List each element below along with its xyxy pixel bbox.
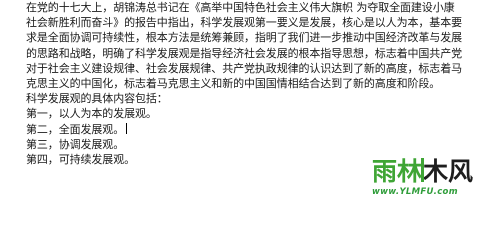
watermark-url: www.YLMFU.com xyxy=(372,187,458,197)
list-item-text: 第四，可持续发展观。 xyxy=(26,153,135,167)
list-item-text: 第二，全面发展观。 xyxy=(26,122,125,136)
svg-text:雨林: 雨林 xyxy=(372,157,422,186)
list-item: 第一，以人为本的发展观。 xyxy=(26,106,478,121)
paragraph-line: 克思主义的中国化，标志着马克思主义和新的中国国情相结合达到了新的高度和阶段。 xyxy=(26,77,441,91)
list-item-text: 第三，协调发展观。 xyxy=(26,137,125,151)
paragraph-line: 社会新胜利而奋斗》的报告中指出，科学发展观第一要义是发展，核心是以人为本，基本要 xyxy=(26,16,462,30)
list-item: 第二，全面发展观。 xyxy=(26,122,478,137)
intro-line: 科学发展观的具体内容包括： xyxy=(26,92,168,106)
text-cursor xyxy=(126,122,128,134)
watermark-title-logo: 雨林 木风 xyxy=(372,157,473,186)
paragraph-line: 求是全面协调可持续性，根本方法是统筹兼顾，指明了我们进一步推动中国经济改革与发展 xyxy=(26,31,462,45)
list-item-text: 第一，以人为本的发展观。 xyxy=(26,107,157,121)
svg-text:木风: 木风 xyxy=(422,157,473,186)
watermark-logo: 雨林 木风 www.YLMFU.com xyxy=(370,150,475,202)
paragraph-line: 对于社会主义建设规律、社会发展规律、共产党执政规律的认识达到了新的高度，标志着马 xyxy=(26,61,462,75)
document-body[interactable]: 在党的十七大上，胡锦涛总书记在《高举中国特色社会主义伟大旗帜 为夺取全面建设小康… xyxy=(26,0,478,167)
paragraph-line: 在党的十七大上，胡锦涛总书记在《高举中国特色社会主义伟大旗帜 为夺取全面建设小康 xyxy=(26,1,455,14)
paragraph-line: 的思路和战略，明确了科学发展观是指导经济社会发展的根本指导思想，标志着中国共产党 xyxy=(26,46,462,60)
document-page: 在党的十七大上，胡锦涛总书记在《高举中国特色社会主义伟大旗帜 为夺取全面建设小康… xyxy=(0,0,480,206)
